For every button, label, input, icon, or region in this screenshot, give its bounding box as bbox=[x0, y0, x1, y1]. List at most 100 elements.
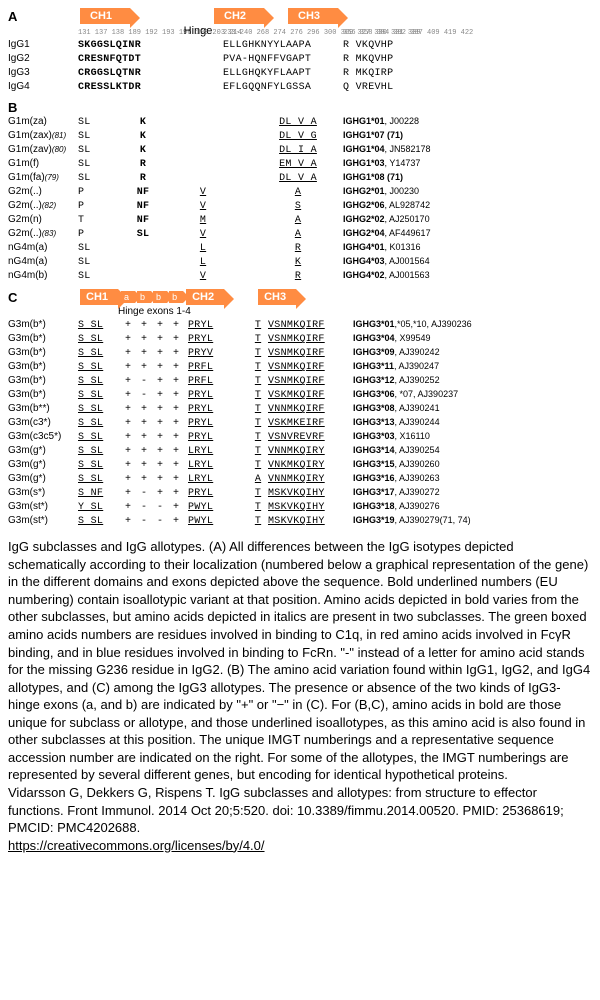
seq-ch2b: A bbox=[248, 473, 268, 486]
seq-ch2: PWYL bbox=[188, 515, 248, 528]
seq-ch2b: T bbox=[248, 501, 268, 514]
row-name: G1m(zax)(81) bbox=[8, 129, 78, 142]
accession: IGHG3*14, AJ390254 bbox=[353, 445, 493, 457]
seq-ch1: CRESSLKTDR bbox=[78, 81, 173, 94]
seq-ch3: VNNMKQIRY bbox=[268, 473, 353, 486]
seq-ch2b: T bbox=[248, 417, 268, 430]
seq-ch2: L bbox=[153, 242, 253, 255]
seq-ch1: S SL bbox=[78, 473, 118, 486]
accession: IGHG2*04, AF449617 bbox=[343, 228, 483, 240]
seq-ch2b: T bbox=[248, 459, 268, 472]
seq-ch2b: T bbox=[248, 515, 268, 528]
accession: IGHG4*03, AJ001564 bbox=[343, 256, 483, 268]
row-name: IgG4 bbox=[8, 80, 78, 93]
row-name: G2m(..)(82) bbox=[8, 199, 78, 212]
panelB-row: G1m(zax)(81)SLKDL V GIGHG1*07 (71) bbox=[8, 129, 592, 143]
hinge-exons: + + + + bbox=[118, 417, 188, 430]
seq-ch2: PRYL bbox=[188, 403, 248, 416]
caption-a: (A) All differences between the IgG isot… bbox=[8, 539, 588, 677]
seq-ch3: VNNMKQIRY bbox=[268, 445, 353, 458]
seq-ch3: EM V A bbox=[253, 158, 343, 171]
panelA-row: IgG4CRESSLKTDREFLGQQNFYLGSSAQ VREVHL bbox=[8, 80, 592, 94]
panelB-row: G1m(zav)(80)SLKDL I AIGHG1*04, JN582178 bbox=[8, 143, 592, 157]
row-name: G1m(f) bbox=[8, 157, 78, 170]
c-ch2-arrow: CH2 bbox=[186, 289, 224, 305]
seq-hinge: K bbox=[133, 130, 153, 143]
seq-ch3: R VKQVHP bbox=[343, 39, 418, 52]
seq-ch3: DL V A bbox=[253, 172, 343, 185]
license-link[interactable]: https://creativecommons.org/licenses/by/… bbox=[8, 838, 265, 853]
row-name: G3m(g*) bbox=[8, 472, 78, 485]
panelB-row: G2m(..)(83)PSLVAIGHG2*04, AF449617 bbox=[8, 227, 592, 241]
seq-ch2: PRYL bbox=[188, 319, 248, 332]
hinge-exons: + + + + bbox=[118, 333, 188, 346]
hinge-exons: + - - + bbox=[118, 515, 188, 528]
seq-ch2b: T bbox=[248, 403, 268, 416]
seq-ch2: V bbox=[153, 200, 253, 213]
seq-ch3: MSKVKQIHY bbox=[268, 515, 353, 528]
row-name: G3m(g*) bbox=[8, 458, 78, 471]
seq-hinge: K bbox=[133, 116, 153, 129]
panelC-row: G3m(st*)Y SL+ - - +PWYLTMSKVKQIHYIGHG3*1… bbox=[8, 500, 592, 514]
panelC-row: G3m(b*)S SL+ - + +PRYLTVSKMKQIRFIGHG3*06… bbox=[8, 388, 592, 402]
seq-ch2: M bbox=[153, 214, 253, 227]
accession: IGHG4*01, K01316 bbox=[343, 242, 483, 254]
ch1-arrow: CH1 bbox=[80, 8, 130, 24]
seq-ch1: S SL bbox=[78, 417, 118, 430]
seq-ch2: PRFL bbox=[188, 375, 248, 388]
row-name: G2m(n) bbox=[8, 213, 78, 226]
seq-ch2: PVA-HQNFFVGAPT bbox=[223, 53, 343, 66]
panelA-row: IgG2CRESNFQTDTPVA-HQNFFVGAPTR MKQVHP bbox=[8, 52, 592, 66]
seq-ch1: P bbox=[78, 186, 133, 199]
seq-ch1: SL bbox=[78, 270, 133, 283]
seq-ch2: ELLGHKNYYLAAPA bbox=[223, 39, 343, 52]
seq-ch3: R MKQIRP bbox=[343, 67, 418, 80]
row-name: G3m(b*) bbox=[8, 360, 78, 373]
seq-ch1: SL bbox=[78, 116, 133, 129]
row-name: G3m(b*) bbox=[8, 388, 78, 401]
seq-ch2b: T bbox=[248, 445, 268, 458]
seq-ch1: S SL bbox=[78, 347, 118, 360]
row-name: G3m(st*) bbox=[8, 514, 78, 527]
row-name: G3m(b*) bbox=[8, 318, 78, 331]
hinge-exons: + + + + bbox=[118, 431, 188, 444]
accession: IGHG2*06, AL928742 bbox=[343, 200, 483, 212]
hinge-exon-arrow: b bbox=[137, 291, 151, 303]
seq-ch3: VNKMKQIRY bbox=[268, 459, 353, 472]
panelC-row: G3m(g*)S SL+ + + +LRYLTVNKMKQIRYIGHG3*15… bbox=[8, 458, 592, 472]
row-name: nG4m(b) bbox=[8, 269, 78, 282]
panelC-row: G3m(b*)S SL+ + + +PRYVTVSNMKQIRFIGHG3*09… bbox=[8, 346, 592, 360]
seq-ch1: S SL bbox=[78, 361, 118, 374]
seq-ch3: R bbox=[253, 270, 343, 283]
hinge-exons: + + + + bbox=[118, 319, 188, 332]
seq-ch1: P bbox=[78, 200, 133, 213]
panelA-row: IgG3CRGGSLQTNRELLGHQKYFLAAPTR MKQIRP bbox=[8, 66, 592, 80]
seq-ch2: PRYL bbox=[188, 333, 248, 346]
panelB-row: G2m(..)PNFVAIGHG2*01, J00230 bbox=[8, 185, 592, 199]
seq-ch3: VSNVREVRF bbox=[268, 431, 353, 444]
row-name: G3m(c3c5*) bbox=[8, 430, 78, 443]
seq-ch1: Y SL bbox=[78, 501, 118, 514]
row-name: G3m(st*) bbox=[8, 500, 78, 513]
panelB-row: G2m(..)(82)PNFVSIGHG2*06, AL928742 bbox=[8, 199, 592, 213]
seq-ch2: PRYV bbox=[188, 347, 248, 360]
c-ch3-arrow: CH3 bbox=[258, 289, 296, 305]
accession: IGHG3*04, X99549 bbox=[353, 333, 493, 345]
seq-hinge: R bbox=[133, 172, 153, 185]
seq-ch3: K bbox=[253, 256, 343, 269]
seq-ch1: SL bbox=[78, 158, 133, 171]
hinge-exons: + + + + bbox=[118, 403, 188, 416]
panelC-row: G3m(b**)S SL+ + + +PRYLTVNNMKQIRFIGHG3*0… bbox=[8, 402, 592, 416]
hinge-exon-arrow: b bbox=[169, 291, 183, 303]
hinge-exons: + + + + bbox=[118, 445, 188, 458]
seq-ch1: SL bbox=[78, 172, 133, 185]
panelC-row: G3m(st*)S SL+ - - +PWYLTMSKVKQIHYIGHG3*1… bbox=[8, 514, 592, 528]
seq-ch1: S NF bbox=[78, 487, 118, 500]
seq-ch3: VNNMKQIRF bbox=[268, 403, 353, 416]
hinge-exons: + + + + bbox=[118, 347, 188, 360]
hinge-exons: + - + + bbox=[118, 389, 188, 402]
row-name: G3m(s*) bbox=[8, 486, 78, 499]
seq-ch3: DL V A bbox=[253, 116, 343, 129]
accession: IGHG1*07 (71) bbox=[343, 130, 483, 142]
panelC-row: G3m(c3c5*)S SL+ + + +PRYLTVSNVREVRFIGHG3… bbox=[8, 430, 592, 444]
